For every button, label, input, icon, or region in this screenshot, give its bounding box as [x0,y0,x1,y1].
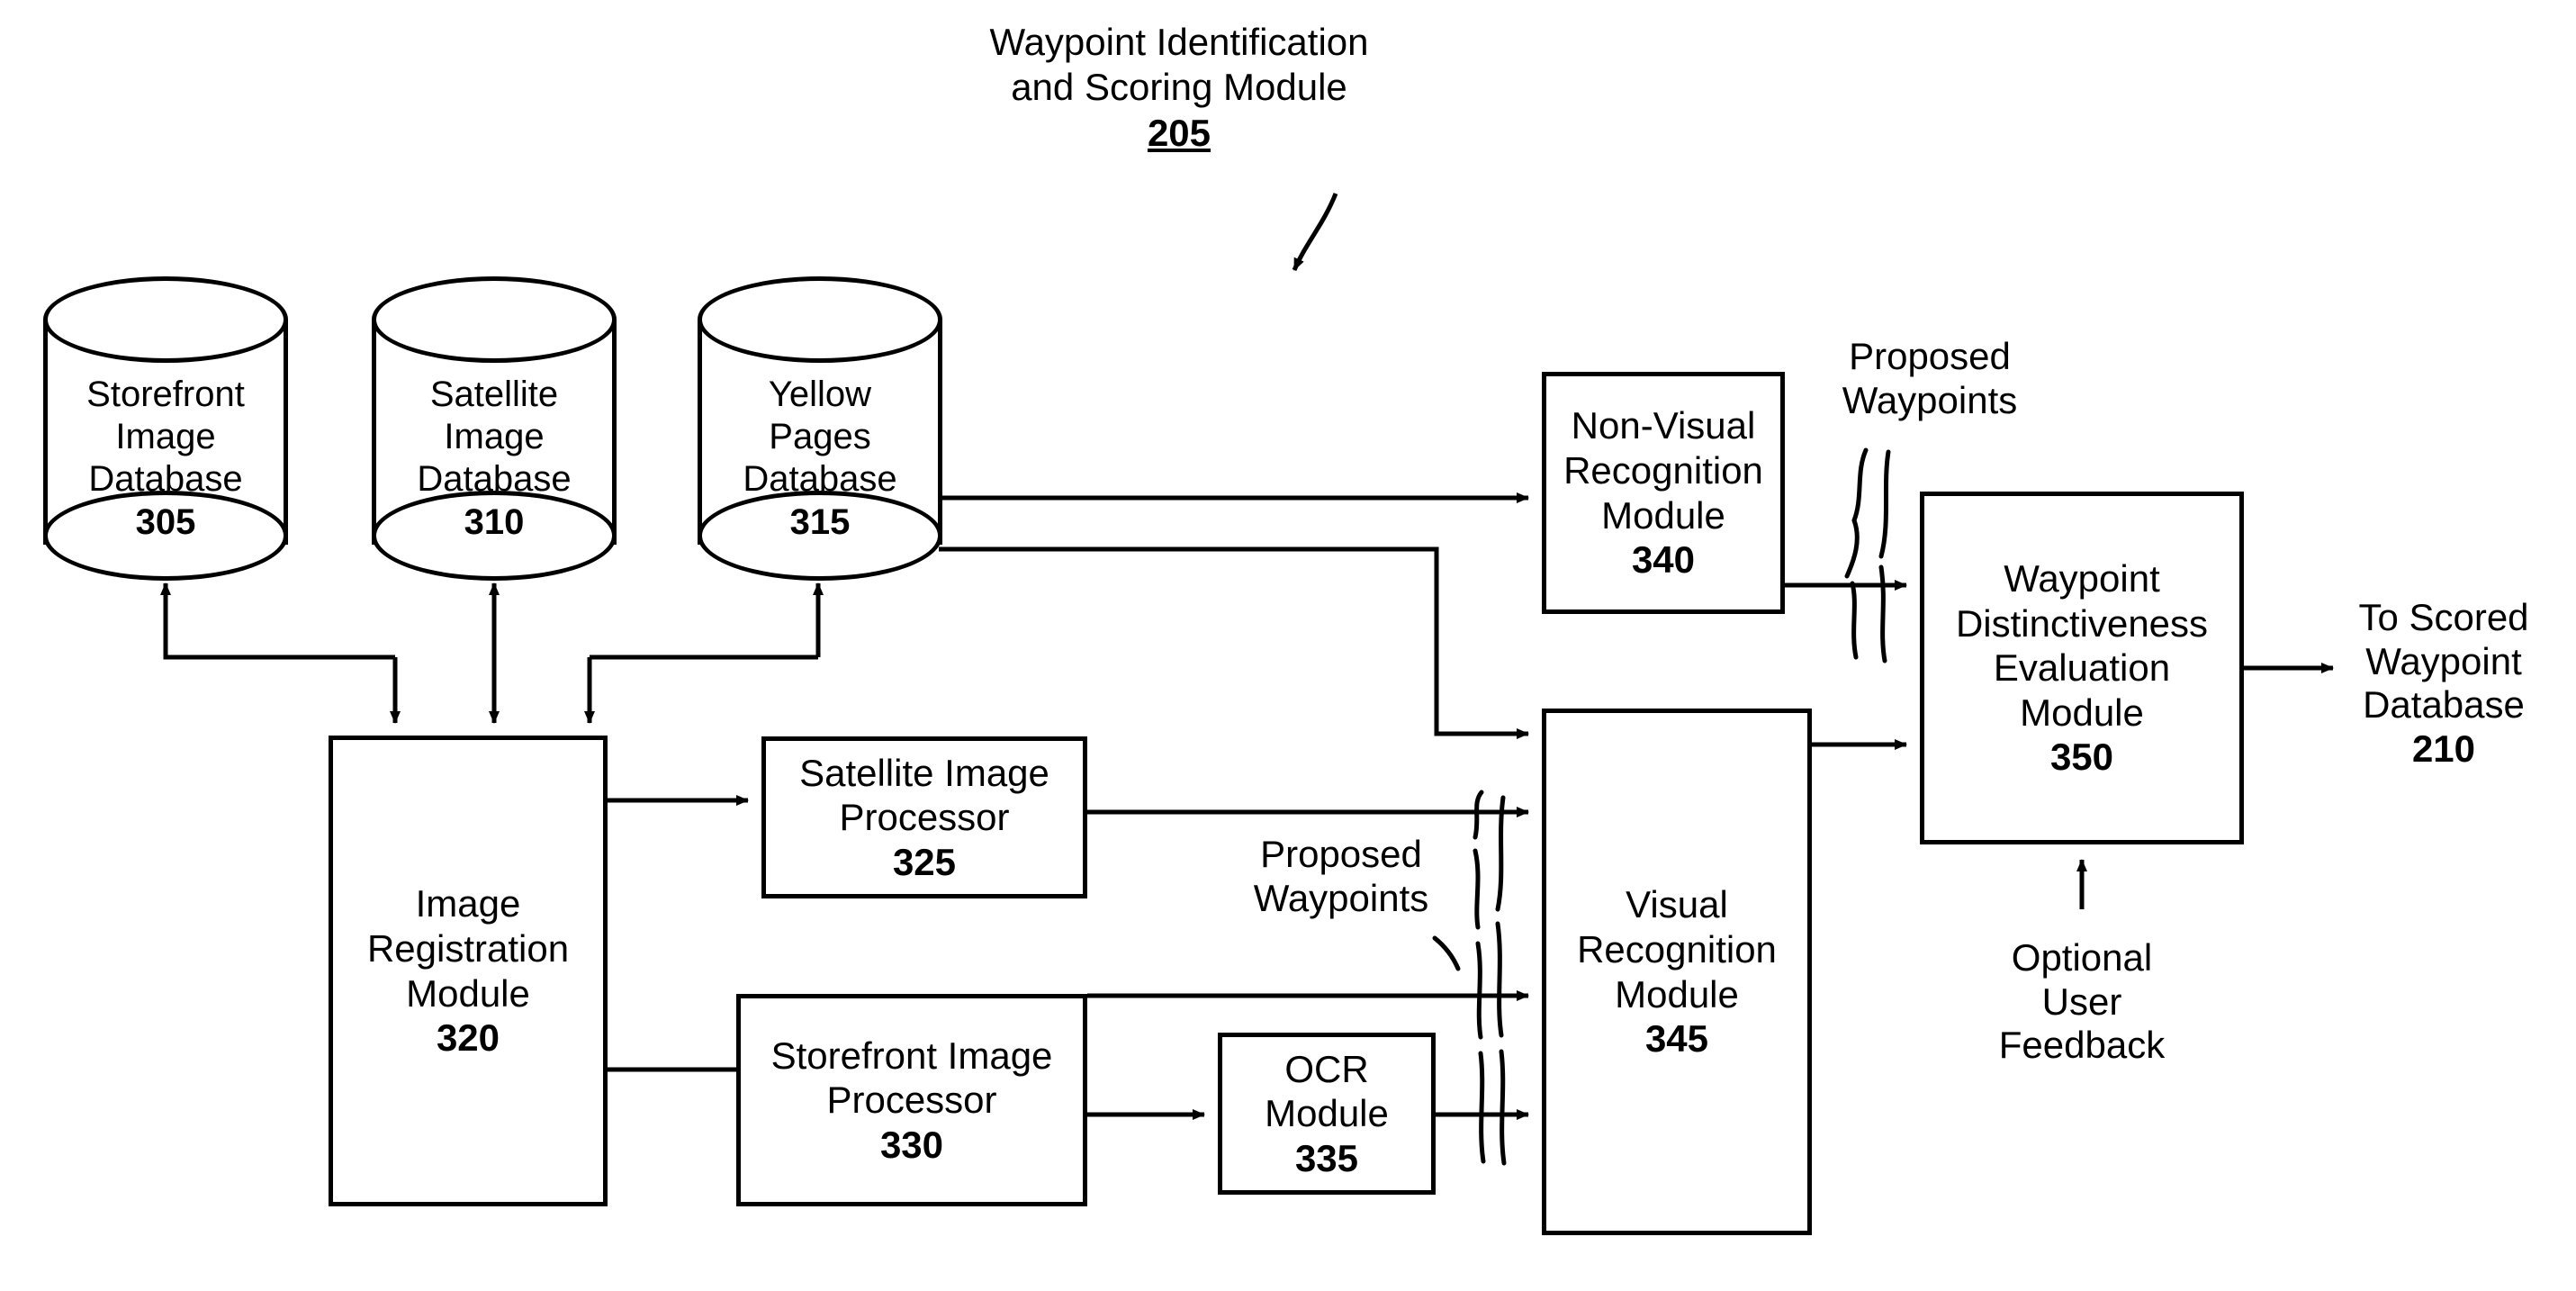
waypoint-distinctiveness-line3: Evaluation [1993,646,2171,690]
visual-recognition-module-line2: Recognition [1577,927,1777,971]
ocr-module-ref: 335 [1294,1136,1359,1179]
storefront-image-database-label: Storefront Image Database 305 [86,375,245,542]
waypoint-distinctiveness-evaluation-module[interactable]: Waypoint Distinctiveness Evaluation Modu… [1920,492,2244,844]
proposed-waypoints-lower-line2: Waypoints [1253,876,1429,919]
output-ref: 210 [2411,727,2476,771]
image-registration-module[interactable]: Image Registration Module 320 [329,736,608,1206]
wire-db315-to-visual [939,546,1529,739]
image-registration-module-line2: Registration [366,926,570,970]
output-line3: Database [2363,683,2525,727]
proposed-waypoints-upper-line1: Proposed [1849,335,2011,377]
optional-user-feedback-label: Optional User Feedback [1965,936,2199,1068]
optional-user-feedback-line1: Optional [2011,936,2153,979]
satellite-image-processor-ref: 325 [892,840,957,883]
non-visual-recognition-module[interactable]: Non-Visual Recognition Module 340 [1542,372,1785,614]
satellite-image-processor-line2: Processor [839,796,1010,839]
figure-title-line2: and Scoring Module [1011,66,1347,109]
visual-recognition-module-line1: Visual [1626,883,1728,926]
waypoint-distinctiveness-line2: Distinctiveness [1955,601,2209,645]
cylinder-top-ellipse [698,276,942,363]
callout-arrow-205 [1292,193,1338,272]
optional-user-feedback-line3: Feedback [1998,1024,2166,1067]
wire-bus-left [163,646,395,660]
yellow-pages-database-label: Yellow Pages Database 315 [743,375,897,542]
output-line1: To Scored [2358,596,2529,638]
non-visual-recognition-module-line1: Non-Visual [1571,404,1756,447]
waypoint-distinctiveness-line1: Waypoint [2004,557,2160,600]
image-registration-module-line3: Module [406,971,530,1015]
cylinder-top-ellipse [43,276,288,363]
storefront-image-database[interactable]: Storefront Image Database 305 [43,276,288,583]
figure-title-line1: Waypoint Identification [989,21,1369,63]
satellite-image-database[interactable]: Satellite Image Database 310 [372,276,617,583]
ocr-module-line1: OCR [1284,1047,1369,1090]
brace-upper-proposed-waypoints [1844,447,1891,664]
visual-recognition-module-ref: 345 [1644,1017,1709,1061]
satellite-image-processor[interactable]: Satellite Image Processor 325 [761,736,1087,898]
waypoint-distinctiveness-ref: 350 [2049,736,2114,779]
patent-figure: Waypoint Identification and Scoring Modu… [0,0,2576,1291]
optional-user-feedback-line2: User [2041,980,2122,1023]
figure-title-ref: 205 [1147,111,1211,154]
waypoint-distinctiveness-line4: Module [2020,691,2144,734]
satellite-image-database-label: Satellite Image Database 310 [417,375,572,542]
image-registration-module-line1: Image [415,882,521,925]
ocr-module[interactable]: OCR Module 335 [1218,1033,1436,1195]
non-visual-recognition-module-line2: Recognition [1563,448,1763,492]
visual-recognition-module-line3: Module [1615,972,1739,1016]
yellow-pages-database[interactable]: Yellow Pages Database 315 [698,276,942,583]
figure-title: Waypoint Identification and Scoring Modu… [927,20,1431,156]
proposed-waypoints-upper-line2: Waypoints [1842,378,2018,421]
non-visual-recognition-module-line3: Module [1601,493,1725,537]
visual-recognition-module[interactable]: Visual Recognition Module 345 [1542,709,1812,1235]
storefront-image-processor-line1: Storefront Image [770,1034,1053,1077]
non-visual-recognition-module-ref: 340 [1631,538,1696,582]
proposed-waypoints-label-upper: Proposed Waypoints [1795,335,2065,422]
storefront-image-processor-line2: Processor [826,1079,997,1122]
satellite-image-processor-line1: Satellite Image [799,751,1049,794]
cylinder-top-ellipse [372,276,617,363]
to-scored-waypoint-database-label: To Scored Waypoint Database 210 [2313,596,2574,772]
proposed-waypoints-lower-line1: Proposed [1260,833,1422,875]
output-line2: Waypoint [2365,639,2522,682]
storefront-image-processor-ref: 330 [879,1123,944,1166]
proposed-waypoints-label-lower: Proposed Waypoints [1215,833,1467,920]
ocr-module-line2: Module [1265,1092,1389,1135]
storefront-image-processor[interactable]: Storefront Image Processor 330 [736,994,1087,1206]
image-registration-module-ref: 320 [436,1016,500,1060]
